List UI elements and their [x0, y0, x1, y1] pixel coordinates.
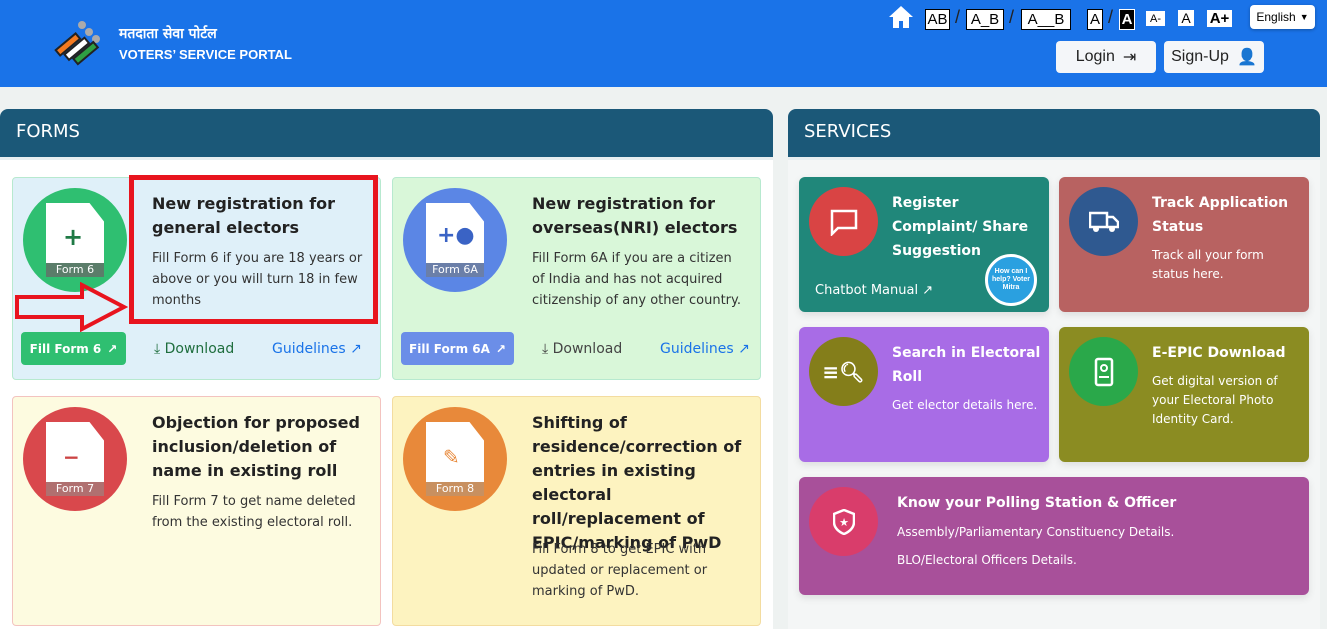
track-application-card[interactable]: Track Application Status Track all your …	[1059, 177, 1309, 312]
portal-title-hindi: मतदाता सेवा पोर्टल	[119, 26, 217, 42]
search-electoral-roll-card[interactable]: ≡🔍︎ Search in Electoral Roll Get elector…	[799, 327, 1049, 462]
id-card-icon	[1069, 337, 1138, 406]
signup-button[interactable]: Sign-Up 👤	[1164, 41, 1264, 73]
register-complaint-title: Register Complaint/ Share Suggestion	[892, 195, 1029, 259]
form6a-download-link[interactable]: ⤓ Download	[542, 341, 622, 357]
track-application-desc: Track all your form status here.	[1152, 248, 1264, 281]
font-decrease-button[interactable]: A-	[1146, 11, 1165, 26]
polling-station-card[interactable]: ★ Know your Polling Station & Officer As…	[799, 477, 1309, 595]
header: मतदाता सेवा पोर्टल VOTERS’ SERVICE PORTA…	[0, 0, 1327, 87]
services-heading: SERVICES	[788, 109, 1320, 160]
separator: /	[1108, 7, 1114, 27]
form8-label: Form 8	[426, 482, 484, 496]
separator: /	[955, 7, 961, 27]
signup-label: Sign-Up	[1171, 48, 1229, 65]
polling-station-title: Know your Polling Station & Officer	[897, 495, 1177, 511]
form7-icon: − Form 7	[23, 407, 127, 511]
e-epic-download-card[interactable]: E-EPIC Download Get digital version of y…	[1059, 327, 1309, 462]
track-application-title: Track Application Status	[1152, 195, 1289, 235]
chatbot-manual-link[interactable]: Chatbot Manual ↗	[815, 283, 933, 298]
arrow-up-right-icon: ↗	[495, 341, 506, 356]
form7-title: Objection for proposed inclusion/deletio…	[152, 413, 360, 480]
font-normal-button[interactable]: A	[1178, 10, 1194, 26]
form6a-icon: +● Form 6A	[403, 188, 507, 292]
search-electoral-roll-title: Search in Electoral Roll	[892, 345, 1041, 385]
login-button[interactable]: Login ⇥	[1056, 41, 1156, 73]
svg-text:★: ★	[839, 516, 849, 529]
download-label: Download	[552, 341, 623, 357]
font-increase-button[interactable]: A+	[1207, 10, 1232, 27]
fill-form6a-label: Fill Form 6A	[409, 341, 490, 356]
chevron-down-icon: ▼	[1299, 12, 1309, 22]
spacing-normal-button[interactable]: AB	[925, 9, 950, 30]
search-list-icon: ≡🔍︎	[809, 337, 878, 406]
language-value: English	[1256, 10, 1296, 24]
shield-star-icon: ★	[809, 487, 878, 556]
polling-station-desc-2: BLO/Electoral Officers Details.	[897, 553, 1077, 567]
form7-card: − Form 7 Objection for proposed inclusion…	[12, 396, 381, 626]
form6-label: Form 6	[46, 263, 104, 277]
spacing-large-button[interactable]: A__B	[1021, 9, 1071, 30]
user-plus-icon: 👤	[1236, 49, 1257, 66]
form6a-guidelines-link[interactable]: Guidelines ↗	[660, 341, 750, 357]
chat-icon	[809, 187, 878, 256]
chatbot-manual-label: Chatbot Manual	[815, 283, 919, 298]
login-label: Login	[1075, 48, 1115, 65]
highlight-box	[129, 175, 378, 324]
e-epic-title: E-EPIC Download	[1152, 345, 1286, 361]
form8-desc: Fill Form 8 to get EPIC with updated or …	[532, 542, 708, 599]
voter-mitra-badge-text: How can I help? Voter Mitra	[992, 268, 1030, 291]
form6-icon: + Form 6	[23, 188, 127, 292]
contrast-high-button[interactable]: A	[1119, 9, 1135, 30]
separator: /	[1009, 7, 1015, 27]
language-select[interactable]: English ▼	[1250, 5, 1315, 29]
e-epic-desc: Get digital version of your Electoral Ph…	[1152, 374, 1278, 426]
search-electoral-roll-desc: Get elector details here.	[892, 398, 1038, 412]
form6a-label: Form 6A	[426, 263, 484, 277]
guidelines-label: Guidelines	[660, 341, 734, 357]
eci-logo	[54, 21, 100, 66]
register-complaint-card[interactable]: Register Complaint/ Share Suggestion Cha…	[799, 177, 1049, 312]
form6a-desc: Fill Form 6A if you are a citizen of Ind…	[532, 251, 741, 308]
login-icon: ⇥	[1122, 49, 1137, 66]
contrast-normal-button[interactable]: A	[1087, 9, 1103, 30]
arrow-up-right-icon: ↗	[107, 341, 118, 356]
portal-title: VOTERS’ SERVICE PORTAL	[119, 47, 292, 62]
form6a-card: +● Form 6A New registration for overseas(…	[392, 177, 761, 380]
fill-form6-button[interactable]: Fill Form 6 ↗	[21, 332, 126, 365]
home-icon[interactable]	[888, 5, 914, 29]
guidelines-label: Guidelines	[272, 341, 346, 357]
form6-guidelines-link[interactable]: Guidelines ↗	[272, 341, 362, 357]
form6-download-link[interactable]: ⤓ Download	[154, 341, 234, 357]
download-label: Download	[164, 341, 235, 357]
form8-title: Shifting of residence/correction of entr…	[532, 413, 742, 552]
truck-icon	[1069, 187, 1138, 256]
form8-icon: ✎ Form 8	[403, 407, 507, 511]
fill-form6-label: Fill Form 6	[29, 341, 102, 356]
form7-label: Form 7	[46, 482, 104, 496]
polling-station-desc-1: Assembly/Parliamentary Constituency Deta…	[897, 525, 1175, 539]
voter-mitra-badge[interactable]: How can I help? Voter Mitra	[985, 254, 1037, 306]
forms-heading: FORMS	[0, 109, 773, 160]
form7-desc: Fill Form 7 to get name deleted from the…	[152, 494, 356, 530]
highlight-arrow	[15, 282, 128, 332]
spacing-medium-button[interactable]: A_B	[966, 9, 1004, 30]
fill-form6a-button[interactable]: Fill Form 6A ↗	[401, 332, 514, 365]
form8-card: ✎ Form 8 Shifting of residence/correction…	[392, 396, 761, 626]
form6a-title: New registration for overseas(NRI) elect…	[532, 194, 738, 237]
